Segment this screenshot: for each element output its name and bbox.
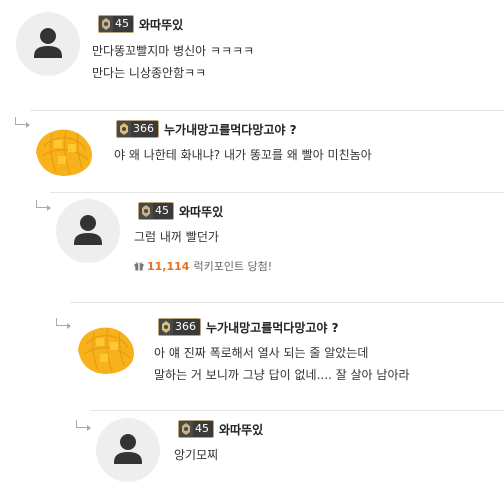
level-badge: 45 — [138, 202, 174, 220]
default-user-icon — [34, 28, 62, 58]
divider — [70, 302, 504, 303]
level-number: 366 — [175, 320, 196, 333]
divider — [30, 110, 504, 111]
divider — [90, 410, 504, 411]
lucky-points-value: 11,114 — [147, 259, 190, 273]
level-badge: 45 — [98, 15, 134, 33]
nickname[interactable]: 와따뚜있 — [179, 203, 223, 220]
reply-arrow-icon — [56, 318, 71, 329]
lucky-point-notice: 11,114 럭키포인트 당첨! — [134, 258, 272, 274]
comment-text-line: 만다똥꼬빨지마 병신아 ㅋㅋㅋㅋ — [92, 44, 255, 58]
mango-photo — [34, 116, 98, 180]
avatar[interactable] — [16, 12, 80, 76]
avatar[interactable] — [76, 314, 140, 378]
comment-text-line: 아 얘 진짜 폭로해서 열사 되는 줄 알았는데 — [154, 346, 369, 360]
default-user-icon — [74, 215, 102, 245]
comment-thread: 45 와따뚜있 만다똥꼬빨지마 병신아 ㅋㅋㅋㅋ 만다는 니상종안함ㅋㅋ 366… — [0, 0, 504, 490]
level-number: 45 — [155, 204, 169, 217]
level-number: 366 — [133, 122, 154, 135]
nickname[interactable]: 와따뚜있 — [219, 421, 263, 438]
level-number: 45 — [195, 422, 209, 435]
comment-text-line: 야 왜 나한테 화내냐? 내가 똥꼬를 왜 빨아 미친놈아 — [114, 148, 372, 162]
default-user-icon — [114, 434, 142, 464]
level-badge: 45 — [178, 420, 214, 438]
comment-text-line: 앙기모찌 — [174, 448, 219, 462]
comment-text-line: 만다는 니상종안함ㅋㅋ — [92, 66, 207, 80]
mango-photo — [76, 314, 140, 378]
level-badge-icon — [159, 319, 173, 335]
level-badge: 366 — [158, 318, 201, 336]
nickname[interactable]: 누가내망고를먹다망고야 ? — [206, 319, 339, 336]
avatar[interactable] — [56, 199, 120, 263]
nickname[interactable]: 누가내망고를먹다망고야 ? — [164, 121, 297, 138]
reply-arrow-icon — [76, 420, 91, 431]
avatar[interactable] — [96, 418, 160, 482]
avatar[interactable] — [34, 116, 98, 180]
gift-icon — [134, 262, 144, 271]
level-badge-icon — [139, 203, 153, 219]
level-badge: 366 — [116, 120, 159, 138]
comment-text-line: 말하는 거 보니까 그냥 답이 없네.... 잘 살아 남아라 — [154, 368, 410, 382]
level-badge-icon — [179, 421, 193, 437]
divider — [50, 192, 504, 193]
lucky-points-label: 럭키포인트 당첨! — [193, 260, 273, 273]
level-badge-icon — [117, 121, 131, 137]
level-number: 45 — [115, 17, 129, 30]
level-badge-icon — [99, 16, 113, 32]
reply-arrow-icon — [15, 117, 30, 128]
comment-text-line: 그럼 내꺼 빨던가 — [134, 230, 219, 244]
nickname[interactable]: 와따뚜있 — [139, 16, 183, 33]
reply-arrow-icon — [36, 200, 51, 211]
